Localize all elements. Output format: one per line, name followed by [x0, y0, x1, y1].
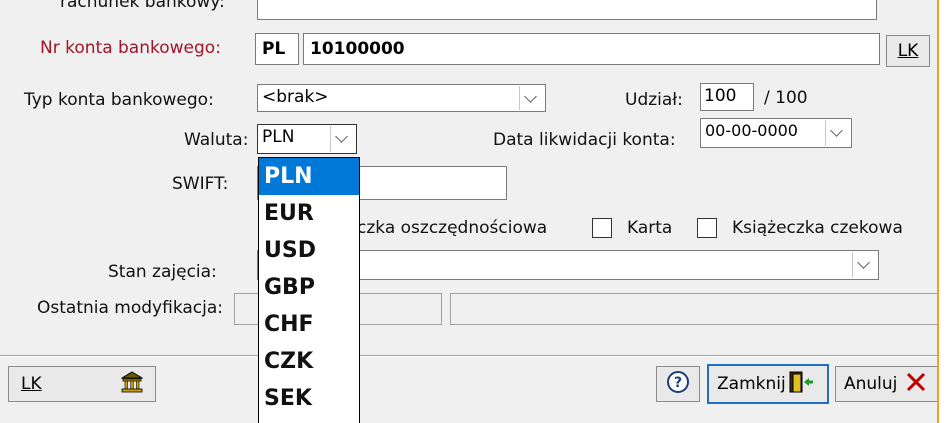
card-checkbox[interactable]	[592, 218, 612, 238]
share-label: Udział:	[625, 90, 683, 110]
currency-dropdown-list[interactable]: PLN EUR USD GBP CHF CZK SEK	[258, 157, 360, 423]
help-icon: ?	[666, 370, 690, 399]
currency-option-eur[interactable]: EUR	[259, 195, 359, 232]
account-type-value: <brak>	[262, 87, 329, 107]
bank-account-dialog: rachunek bankowy: Nr konta bankowego: PL…	[0, 0, 939, 423]
lk-bank-button[interactable]: LK	[8, 366, 156, 402]
last-modification-label: Ostatnia modyfikacja:	[37, 298, 224, 318]
currency-option-usd[interactable]: USD	[259, 232, 359, 269]
chevron-down-icon	[335, 130, 348, 143]
lk-bank-button-label: LK	[21, 374, 42, 394]
account-name-input[interactable]	[257, 0, 877, 20]
close-button-label: Zamknij	[717, 374, 786, 394]
cheque-book-checkbox[interactable]	[697, 218, 717, 238]
account-type-select[interactable]: <brak>	[257, 84, 546, 112]
chevron-down-icon	[857, 256, 870, 269]
bank-building-icon	[120, 370, 144, 398]
chevron-down-icon	[524, 90, 537, 103]
account-name-label: rachunek bankowy:	[60, 0, 225, 12]
share-input[interactable]: 100	[700, 83, 754, 111]
account-number-input[interactable]: 10100000	[303, 33, 880, 65]
currency-option-gbp[interactable]: GBP	[259, 269, 359, 306]
state-dropdown-button[interactable]	[852, 252, 877, 278]
card-checkbox-label: Karta	[627, 218, 673, 238]
savings-book-checkbox-label: czka oszczędnościowa	[357, 218, 548, 238]
state-label: Stan zajęcia:	[108, 262, 217, 282]
account-type-label: Typ konta bankowego:	[24, 90, 214, 110]
svg-text:?: ?	[674, 375, 682, 391]
account-type-dropdown-button[interactable]	[519, 86, 544, 110]
country-code-input[interactable]: PL	[255, 33, 299, 65]
currency-option-czk[interactable]: CZK	[259, 343, 359, 380]
cancel-button-label: Anuluj	[844, 374, 898, 394]
help-button[interactable]: ?	[656, 366, 700, 402]
currency-option-sek[interactable]: SEK	[259, 380, 359, 417]
last-modification-date-field	[450, 293, 937, 325]
currency-dropdown-button[interactable]	[330, 126, 355, 152]
account-number-label: Nr konta bankowego:	[40, 38, 221, 58]
bottom-separator	[0, 355, 937, 357]
close-button[interactable]: Zamknij	[707, 364, 829, 404]
liquidation-date-dropdown-button[interactable]	[825, 120, 850, 146]
lk-button-label: LK	[897, 41, 919, 61]
currency-option-pln[interactable]: PLN	[259, 158, 359, 195]
currency-value: PLN	[262, 127, 295, 147]
share-total-text: / 100	[764, 88, 808, 108]
swift-label: SWIFT:	[172, 174, 229, 194]
exit-door-icon	[788, 370, 814, 399]
cheque-book-checkbox-label: Książeczka czekowa	[732, 218, 903, 238]
red-x-icon	[905, 371, 927, 398]
lk-button[interactable]: LK	[886, 35, 930, 67]
liquidation-date-label: Data likwidacji konta:	[493, 130, 676, 150]
currency-select[interactable]: PLN	[257, 124, 357, 154]
liquidation-date-value: 00-00-0000	[705, 121, 798, 140]
cancel-button[interactable]: Anuluj	[835, 366, 937, 402]
currency-label: Waluta:	[184, 130, 249, 150]
currency-option-chf[interactable]: CHF	[259, 306, 359, 343]
chevron-down-icon	[830, 124, 843, 137]
liquidation-date-picker[interactable]: 00-00-0000	[700, 118, 852, 148]
